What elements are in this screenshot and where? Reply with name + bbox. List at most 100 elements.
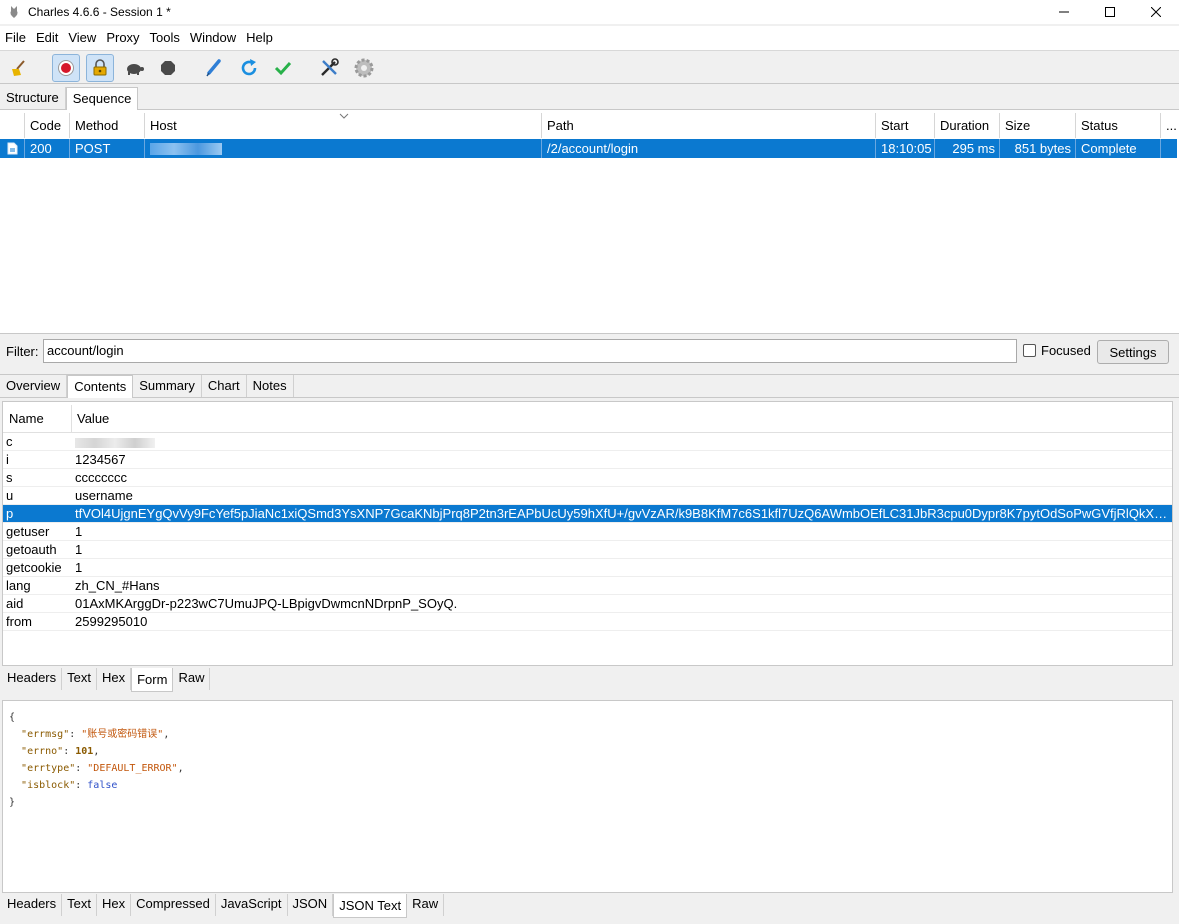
row-status: Complete [1075,139,1160,158]
validate-check-icon [274,61,292,76]
validate-button[interactable] [269,54,297,82]
record-button[interactable] [52,54,80,82]
json-key: "isblock" [21,780,76,791]
table-row[interactable]: from 2599295010 [3,613,1172,631]
tab-contents[interactable]: Contents [67,375,134,398]
col-size-header[interactable]: Size [999,113,1075,138]
request-form-table: Name Value c i 1234567 s cccccccc u user… [2,401,1173,666]
table-row[interactable]: aid 01AxMKArggDr-p223wC7UmuJPQ-LBpigvDwm… [3,595,1172,613]
col-start-header[interactable]: Start [875,113,934,138]
menu-bar: File Edit View Proxy Tools Window Help [0,26,1179,50]
tab-response-json[interactable]: JSON [288,894,334,916]
tab-request-headers[interactable]: Headers [2,668,63,690]
repeat-button[interactable] [235,54,263,82]
tab-response-headers[interactable]: Headers [2,894,63,916]
param-value: 1 [75,524,83,539]
param-name: c [6,434,13,449]
menu-edit[interactable]: Edit [31,26,63,50]
record-icon [58,60,74,76]
table-row[interactable]: s cccccccc [3,469,1172,487]
close-button[interactable] [1133,0,1179,24]
col-code-header[interactable]: Code [24,113,69,138]
settings-button[interactable]: Settings [1097,340,1169,364]
menu-file[interactable]: File [0,26,31,50]
breakpoints-button[interactable] [154,54,182,82]
json-open-brace: { [9,712,16,723]
json-key: "errno" [21,746,64,757]
row-duration: 295 ms [934,139,999,158]
clear-session-button[interactable] [4,54,32,82]
row-host [144,139,541,158]
tab-request-hex[interactable]: Hex [97,668,132,690]
menu-view[interactable]: View [63,26,101,50]
tools-icon [321,58,339,76]
compose-pen-icon [206,59,221,77]
form-value-header[interactable]: Value [77,405,109,433]
minimize-button[interactable] [1041,0,1087,24]
tab-request-form[interactable]: Form [131,668,174,692]
table-row[interactable]: getcookie 1 [3,559,1172,577]
close-icon [1151,7,1161,17]
broom-icon [12,60,25,76]
form-name-header[interactable]: Name [9,405,44,433]
tools-button[interactable] [315,54,343,82]
filter-bar: Filter: account/login Focused Settings [0,336,1179,368]
row-code: 200 [24,139,69,158]
col-host-header[interactable]: Host [144,113,541,138]
filter-input[interactable]: account/login [43,339,1017,363]
tab-response-json-text[interactable]: JSON Text [333,894,408,918]
request-doc-icon [0,139,24,158]
param-name: i [6,452,9,467]
form-header: Name Value [3,405,1172,433]
focused-label: Focused [1041,343,1091,358]
focused-checkbox[interactable] [1023,344,1036,357]
tab-response-compressed[interactable]: Compressed [131,894,216,916]
tab-overview[interactable]: Overview [0,375,68,397]
param-value: 1234567 [75,452,126,467]
table-row[interactable]: getoauth 1 [3,541,1172,559]
col-icon-header[interactable] [0,113,24,138]
table-row[interactable]: lang zh_CN_#Hans [3,577,1172,595]
tab-chart[interactable]: Chart [201,375,247,397]
col-status-header[interactable]: Status [1075,113,1160,138]
tab-response-javascript[interactable]: JavaScript [216,894,288,916]
window-controls [1041,0,1179,24]
col-path-header[interactable]: Path [541,113,875,138]
response-json-text[interactable]: { "errmsg": "账号或密码错误", "errno": 101, "er… [2,700,1173,893]
param-name: u [6,488,14,503]
table-row[interactable]: getuser 1 [3,523,1172,541]
param-name: getoauth [6,542,57,557]
col-method-header[interactable]: Method [69,113,144,138]
redacted-host [150,142,222,155]
tab-response-hex[interactable]: Hex [97,894,132,916]
table-row[interactable]: 200 POST /2/account/login 18:10:05 295 m… [0,139,1177,158]
param-value: username [75,488,133,503]
preferences-button[interactable] [350,54,378,82]
tab-response-text[interactable]: Text [62,894,97,916]
ssl-proxying-button[interactable] [86,54,114,82]
menu-window[interactable]: Window [185,26,241,50]
menu-tools[interactable]: Tools [145,26,185,50]
table-row[interactable]: c [3,433,1172,451]
table-row[interactable]: u username [3,487,1172,505]
menu-help[interactable]: Help [241,26,278,50]
col-more-header[interactable]: ... [1160,113,1177,138]
tab-request-text[interactable]: Text [62,668,97,690]
table-row[interactable]: p tfVOl4UjgnEYgQvVy9FcYef5pJiaNc1xiQSmd3… [3,505,1172,523]
param-value: 1 [75,560,83,575]
tab-structure[interactable]: Structure [0,87,66,109]
title-bar: Charles 4.6.6 - Session 1 * [0,0,1179,24]
throttle-button[interactable] [120,54,148,82]
menu-proxy[interactable]: Proxy [101,26,144,50]
sequence-table: Code Method Host Path Start Duration Siz… [0,110,1179,334]
col-duration-header[interactable]: Duration [934,113,999,138]
tab-sequence[interactable]: Sequence [65,87,139,111]
tab-response-raw[interactable]: Raw [407,894,445,916]
tab-summary[interactable]: Summary [133,375,202,397]
compose-button[interactable] [200,54,228,82]
table-row[interactable]: i 1234567 [3,451,1172,469]
tab-notes[interactable]: Notes [246,375,294,397]
tab-request-raw[interactable]: Raw [173,668,211,690]
maximize-button[interactable] [1087,0,1133,24]
json-line-errno: "errno": 101, [21,746,100,757]
